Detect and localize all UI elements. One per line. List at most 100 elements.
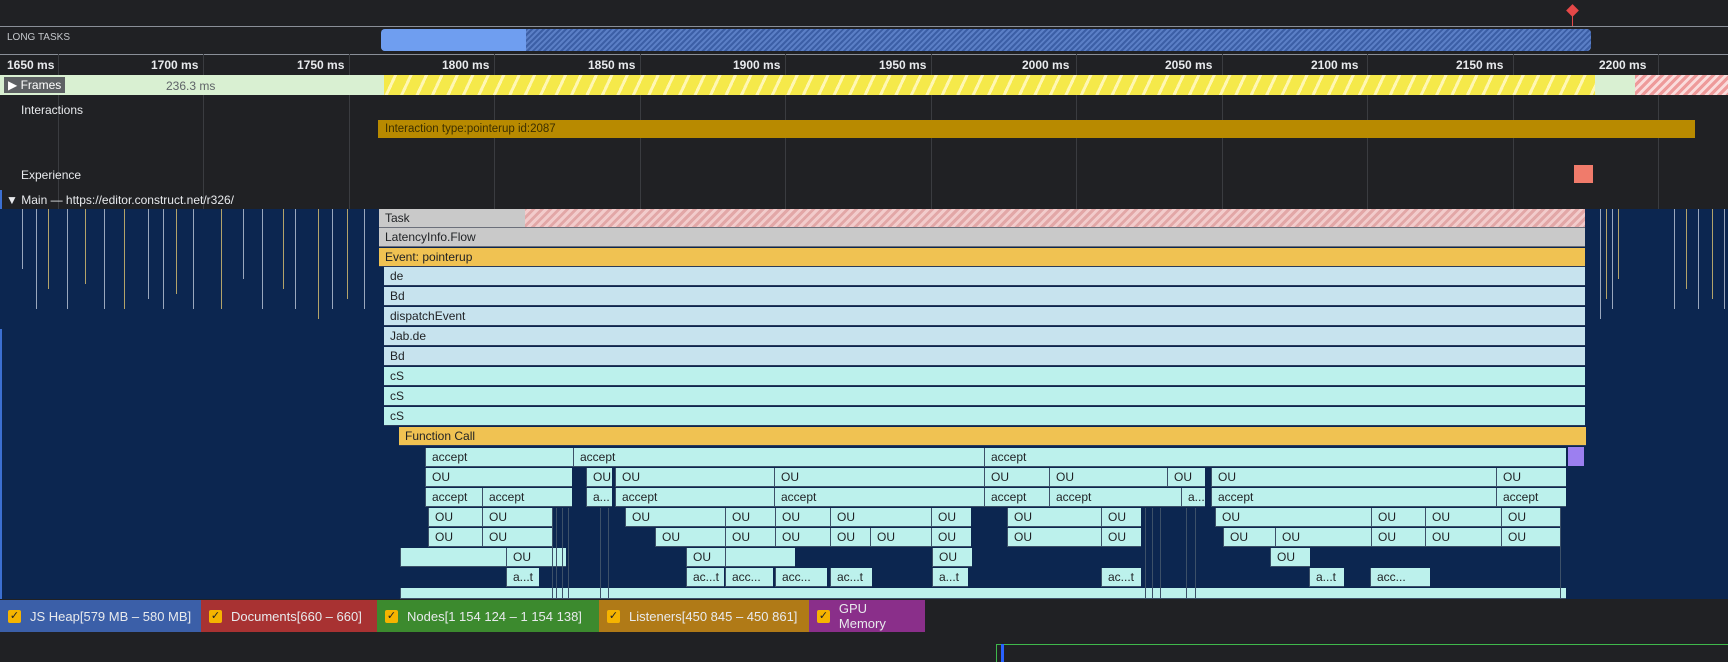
flame-frame[interactable]: cS — [384, 387, 1585, 406]
flame-ou[interactable]: OU — [775, 508, 830, 527]
flame-ou[interactable]: OU — [686, 548, 726, 567]
legend-nodes-label: Nodes[1 154 124 – 1 154 138] — [407, 608, 582, 624]
flame-ou[interactable]: OU — [1223, 528, 1275, 547]
flame-ou[interactable]: OU — [1496, 468, 1566, 487]
flame-ou[interactable]: OU — [1211, 468, 1496, 487]
frame-long-region[interactable] — [1635, 75, 1728, 95]
flame-ou[interactable]: OU — [1215, 508, 1371, 527]
checkbox-checked-icon[interactable]: ✓ — [8, 609, 21, 623]
flame-frame[interactable]: cS — [384, 367, 1585, 386]
flame-ou[interactable]: OU — [428, 528, 482, 547]
flame-frame-unlabeled[interactable] — [725, 548, 795, 567]
flame-accept[interactable]: accept — [1049, 488, 1181, 507]
flame-ou[interactable]: OU — [1501, 528, 1561, 547]
flame-ou[interactable]: OU — [1007, 528, 1107, 547]
layout-shift-marker[interactable] — [1574, 165, 1593, 183]
legend-gpu-memory[interactable]: ✓ GPU Memory — [809, 600, 925, 632]
flame-event-pointerup[interactable]: Event: pointerup — [379, 248, 1585, 267]
main-thread-header[interactable]: ▼ Main — https://editor.construct.net/r3… — [6, 193, 234, 207]
flame-frame[interactable]: Bd — [384, 347, 1585, 366]
frames-toggle[interactable]: ▶ Frames — [4, 77, 66, 93]
timeline-overview-top — [0, 0, 1728, 26]
flame-accept[interactable]: accept — [482, 488, 572, 507]
flame-ou[interactable]: OU — [725, 528, 775, 547]
flame-ou[interactable]: OU — [1167, 468, 1205, 487]
flame-ou[interactable]: OU — [615, 468, 774, 487]
flame-function-call[interactable]: Function Call — [399, 427, 1586, 446]
checkbox-checked-icon[interactable]: ✓ — [209, 609, 222, 623]
flame-ou[interactable]: OU — [830, 508, 931, 527]
flame-ou[interactable]: OU — [482, 528, 552, 547]
flame-accept-short[interactable]: a...t — [932, 568, 968, 587]
flame-accept[interactable]: accept — [1496, 488, 1566, 507]
flame-ou[interactable]: OU — [1270, 548, 1310, 567]
flame-ou[interactable]: OU — [1371, 528, 1425, 547]
flame-frame[interactable]: cS — [384, 407, 1585, 426]
flame-ou[interactable]: OU — [984, 468, 1049, 487]
flame-ou[interactable]: OU — [655, 528, 725, 547]
flame-ou[interactable]: OU — [586, 468, 612, 487]
flame-latency-info[interactable]: LatencyInfo.Flow — [379, 228, 1585, 247]
flame-ou[interactable]: OU — [625, 508, 725, 527]
flame-accept[interactable]: accept — [984, 448, 1566, 467]
flame-ou[interactable]: OU — [932, 548, 972, 567]
flame-frame[interactable]: Jab.de — [384, 327, 1585, 346]
flame-accept[interactable]: accept — [615, 488, 774, 507]
flame-ou[interactable]: OU — [1501, 508, 1561, 527]
flame-accept-short[interactable]: ac...t — [1101, 568, 1141, 587]
flame-ou[interactable]: OU — [506, 548, 566, 567]
flame-accept-short[interactable]: a...t — [1309, 568, 1344, 587]
flame-accept[interactable]: accept — [425, 488, 482, 507]
flame-ou[interactable]: OU — [1007, 508, 1107, 527]
checkbox-checked-icon[interactable]: ✓ — [607, 609, 620, 623]
flame-ou[interactable]: OU — [1425, 508, 1501, 527]
interaction-bar[interactable]: Interaction type:pointerup id:2087 — [378, 120, 1695, 138]
legend-nodes[interactable]: ✓ Nodes[1 154 124 – 1 154 138] — [377, 600, 599, 632]
flame-ou[interactable]: OU — [1101, 528, 1141, 547]
flame-accept-short[interactable]: ac...t — [686, 568, 724, 587]
flame-accept[interactable]: accept — [984, 488, 1049, 507]
flame-ou[interactable]: OU — [1101, 508, 1141, 527]
flame-accept-short[interactable]: acc... — [1370, 568, 1430, 587]
flame-accept-short[interactable]: a... — [1181, 488, 1205, 507]
checkbox-checked-icon[interactable]: ✓ — [385, 609, 398, 623]
flame-accept[interactable]: accept — [573, 448, 984, 467]
flame-deep-frames[interactable] — [400, 588, 1566, 599]
flame-ou[interactable]: OU — [425, 468, 572, 487]
flame-frame-unlabeled[interactable] — [400, 548, 510, 567]
flame-accept[interactable]: accept — [1211, 488, 1496, 507]
flame-accept[interactable]: accept — [774, 488, 984, 507]
flame-ou[interactable]: OU — [1371, 508, 1425, 527]
legend-js-heap[interactable]: ✓ JS Heap[579 MB – 580 MB] — [0, 600, 201, 632]
checkbox-checked-icon[interactable]: ✓ — [817, 609, 830, 623]
flame-ou[interactable]: OU — [931, 528, 971, 547]
flame-ou[interactable]: OU — [1049, 468, 1167, 487]
flame-ou[interactable]: OU — [870, 528, 931, 547]
flame-frame[interactable]: de — [384, 267, 1585, 286]
flame-ou[interactable]: OU — [774, 468, 984, 487]
flame-ou[interactable]: OU — [830, 528, 872, 547]
flame-ou[interactable]: OU — [482, 508, 552, 527]
flame-gc-slice[interactable] — [1568, 447, 1584, 466]
flame-task[interactable]: Task — [379, 209, 1585, 228]
flame-ou[interactable]: OU — [775, 528, 830, 547]
long-task-bar[interactable] — [381, 29, 1591, 51]
flame-accept[interactable]: accept — [425, 448, 573, 467]
frame-dropped-region[interactable] — [384, 75, 1595, 95]
flame-accept-short[interactable]: acc... — [725, 568, 773, 587]
flame-ou[interactable]: OU — [725, 508, 775, 527]
time-ruler[interactable]: 1650 ms 1700 ms 1750 ms 1800 ms 1850 ms … — [0, 54, 1728, 74]
flame-frame[interactable]: Bd — [384, 287, 1585, 306]
flame-accept-short[interactable]: a... — [586, 488, 612, 507]
flame-ou[interactable]: OU — [428, 508, 482, 527]
ruler-tick: 1700 ms — [151, 58, 199, 72]
flame-frame[interactable]: dispatchEvent — [384, 307, 1585, 326]
flame-ou[interactable]: OU — [1425, 528, 1501, 547]
legend-listeners[interactable]: ✓ Listeners[450 845 – 450 861] — [599, 600, 809, 632]
flame-accept-short[interactable]: a...t — [506, 568, 539, 587]
flame-accept-short[interactable]: ac...t — [830, 568, 872, 587]
flame-ou[interactable]: OU — [1275, 528, 1371, 547]
legend-documents[interactable]: ✓ Documents[660 – 660] — [201, 600, 377, 632]
flame-accept-short[interactable]: acc... — [775, 568, 827, 587]
flame-ou[interactable]: OU — [931, 508, 971, 527]
